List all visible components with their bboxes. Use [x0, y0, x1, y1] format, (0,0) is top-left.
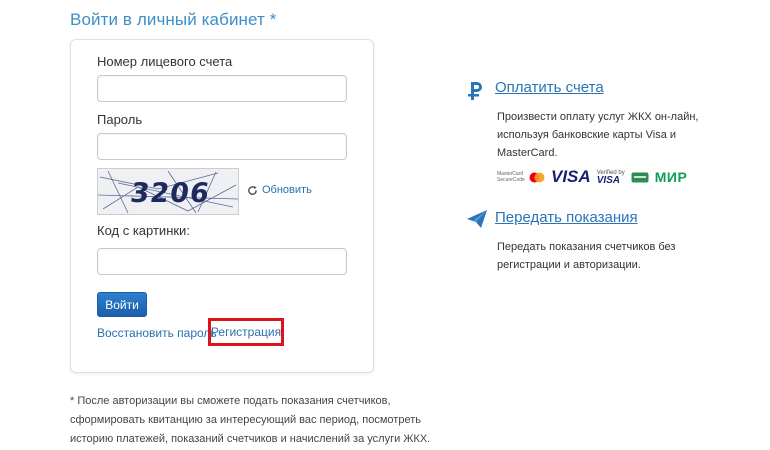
pay-bills-description: Произвести оплату услуг ЖКХ он-лайн, исп… — [497, 111, 699, 159]
captcha-code-input[interactable] — [97, 248, 347, 275]
visa-logo: VISA — [551, 167, 591, 186]
refresh-label: Обновить — [262, 184, 312, 196]
mastercard-icon — [529, 172, 545, 182]
captcha-code-label: Код с картинки: — [97, 223, 190, 238]
submit-readings-link[interactable]: Передать показания — [495, 209, 638, 226]
submit-readings-description: Передать показания счетчиков без регистр… — [497, 241, 676, 271]
bank-card-icon — [631, 172, 649, 182]
mastercard-securecode-text: MasterCard SecureCode — [497, 171, 525, 183]
account-number-label: Номер лицевого счета — [97, 54, 233, 69]
register-highlight: Регистрация — [208, 318, 284, 346]
ruble-icon — [468, 81, 484, 106]
captcha-code: 3206 — [128, 178, 211, 209]
refresh-captcha-button[interactable]: Обновить — [247, 184, 312, 196]
account-number-input[interactable] — [97, 75, 347, 102]
captcha-image: 3206 — [97, 168, 239, 215]
login-form: Номер лицевого счета Пароль 3206 Обновит… — [70, 39, 374, 373]
paper-plane-icon — [466, 209, 488, 234]
restore-password-link[interactable]: Восстановить пароль — [97, 326, 217, 340]
password-input[interactable] — [97, 133, 347, 160]
pay-bills-link[interactable]: Оплатить счета — [495, 79, 604, 96]
page-title: Войти в личный кабинет * — [70, 10, 277, 29]
register-link[interactable]: Регистрация — [211, 325, 281, 339]
login-footnote: * После авторизации вы сможете подать по… — [70, 395, 431, 445]
verified-visa-text: VISA — [596, 175, 621, 186]
mir-logo: МИР — [654, 169, 688, 185]
login-button[interactable]: Войти — [97, 292, 147, 317]
refresh-icon — [248, 185, 257, 195]
mastercard-securecode-logo: MasterCard SecureCode — [497, 171, 545, 183]
verified-by-visa-logo: Verified by VISA — [596, 169, 625, 186]
payment-logos: MasterCard SecureCode VISA Verified by V… — [497, 167, 687, 187]
password-label: Пароль — [97, 112, 143, 127]
